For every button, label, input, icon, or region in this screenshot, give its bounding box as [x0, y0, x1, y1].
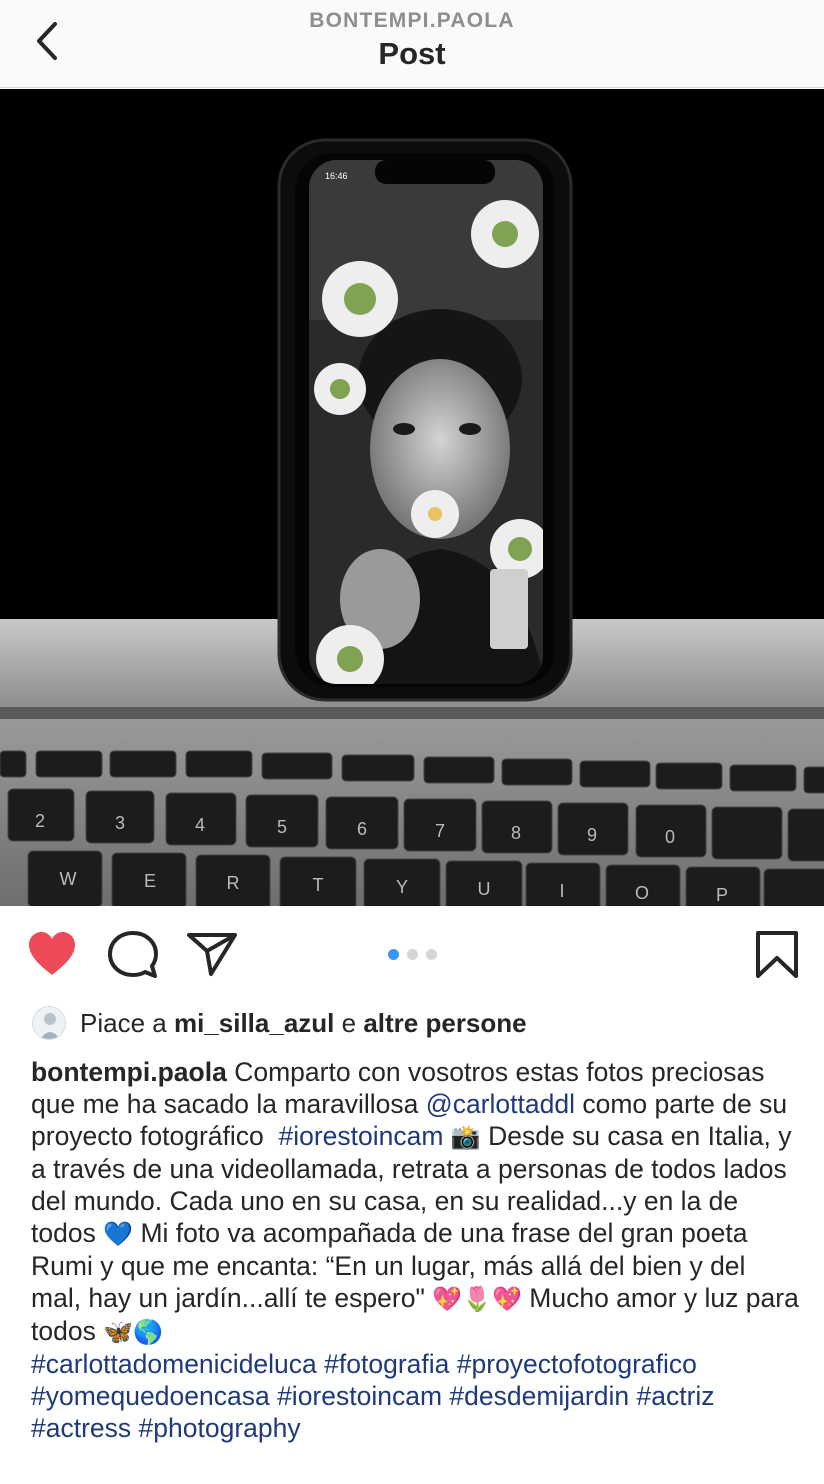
svg-text:Y: Y	[396, 877, 408, 897]
svg-text:R: R	[227, 873, 240, 893]
hashtag-link[interactable]: #actress	[31, 1413, 131, 1443]
hashtag-link[interactable]: #iorestoincam	[277, 1381, 442, 1411]
comment-button[interactable]	[107, 930, 159, 985]
liker-username[interactable]: mi_silla_azul	[174, 1008, 334, 1038]
header-username[interactable]: BONTEMPI.PAOLA	[0, 9, 824, 33]
action-bar	[0, 906, 824, 1002]
share-button[interactable]	[186, 931, 238, 982]
post-caption: bontempi.paola Comparto con vosotros est…	[31, 1056, 801, 1444]
svg-text:T: T	[313, 875, 324, 895]
carousel-dot	[407, 949, 418, 960]
svg-text:0: 0	[665, 827, 675, 847]
svg-text:5: 5	[277, 817, 287, 837]
likes-prefix: Piace a	[80, 1007, 167, 1038]
mention-link[interactable]: @carlottaddl	[426, 1089, 575, 1119]
page-title: Post	[378, 36, 446, 71]
paper-plane-icon	[187, 933, 237, 976]
photo-illustration: 2 3 4 5 6 7 8 9 0 W E R T Y U I O P 16:4…	[0, 89, 824, 906]
like-button[interactable]	[26, 930, 78, 983]
carousel-dot	[426, 949, 437, 960]
svg-text:P: P	[716, 885, 728, 905]
avatar-image	[33, 1007, 65, 1039]
svg-text:U: U	[478, 879, 491, 899]
likes-row[interactable]: Piace a mi_silla_azul e altre persone	[32, 1003, 527, 1043]
svg-text:I: I	[559, 881, 564, 901]
svg-text:O: O	[635, 883, 649, 903]
hashtag-link[interactable]: #photography	[139, 1413, 301, 1443]
svg-text:7: 7	[435, 821, 445, 841]
hashtag-link[interactable]: #fotografia	[324, 1349, 449, 1379]
caption-username[interactable]: bontempi.paola	[31, 1057, 227, 1087]
svg-text:4: 4	[195, 815, 205, 835]
svg-text:3: 3	[115, 813, 125, 833]
top-bar: BONTEMPI.PAOLA Post	[0, 0, 824, 88]
bookmark-icon	[756, 931, 798, 978]
save-button[interactable]	[754, 930, 800, 985]
post-photo[interactable]: 2 3 4 5 6 7 8 9 0 W E R T Y U I O P 16:4…	[0, 89, 824, 906]
camera-emoji: 📸	[450, 1123, 481, 1151]
butterfly-globe-emoji: 🦋🌎	[103, 1318, 163, 1346]
blue-heart-emoji: 💙	[103, 1220, 134, 1248]
comment-bubble-icon	[108, 931, 158, 978]
svg-text:8: 8	[511, 823, 521, 843]
hashtag-link[interactable]: #proyectofotografico	[457, 1349, 697, 1379]
svg-text:2: 2	[35, 811, 45, 831]
avatar[interactable]	[32, 1006, 66, 1040]
hashtag-link[interactable]: #carlottadomenicideluca	[31, 1349, 317, 1379]
svg-text:9: 9	[587, 825, 597, 845]
svg-text:E: E	[144, 871, 156, 891]
carousel-indicator	[388, 949, 437, 960]
svg-text:W: W	[60, 869, 77, 889]
hearts-tulip-emoji: 💖🌷💖	[432, 1285, 522, 1313]
hashtag-link[interactable]: #actriz	[637, 1381, 715, 1411]
hashtag-link[interactable]: #yomequedoencasa	[31, 1381, 270, 1411]
hashtag-link[interactable]: #iorestoincam	[278, 1121, 443, 1151]
likes-others[interactable]: altre persone	[363, 1008, 526, 1038]
svg-text:16:46: 16:46	[325, 171, 348, 181]
likes-connector: e	[341, 1007, 357, 1038]
carousel-dot-active	[388, 949, 399, 960]
svg-text:6: 6	[357, 819, 367, 839]
hashtag-link[interactable]: #desdemijardin	[449, 1381, 629, 1411]
likes-text: Piace a mi_silla_azul e altre persone	[80, 1008, 527, 1039]
heart-filled-icon	[29, 932, 75, 975]
